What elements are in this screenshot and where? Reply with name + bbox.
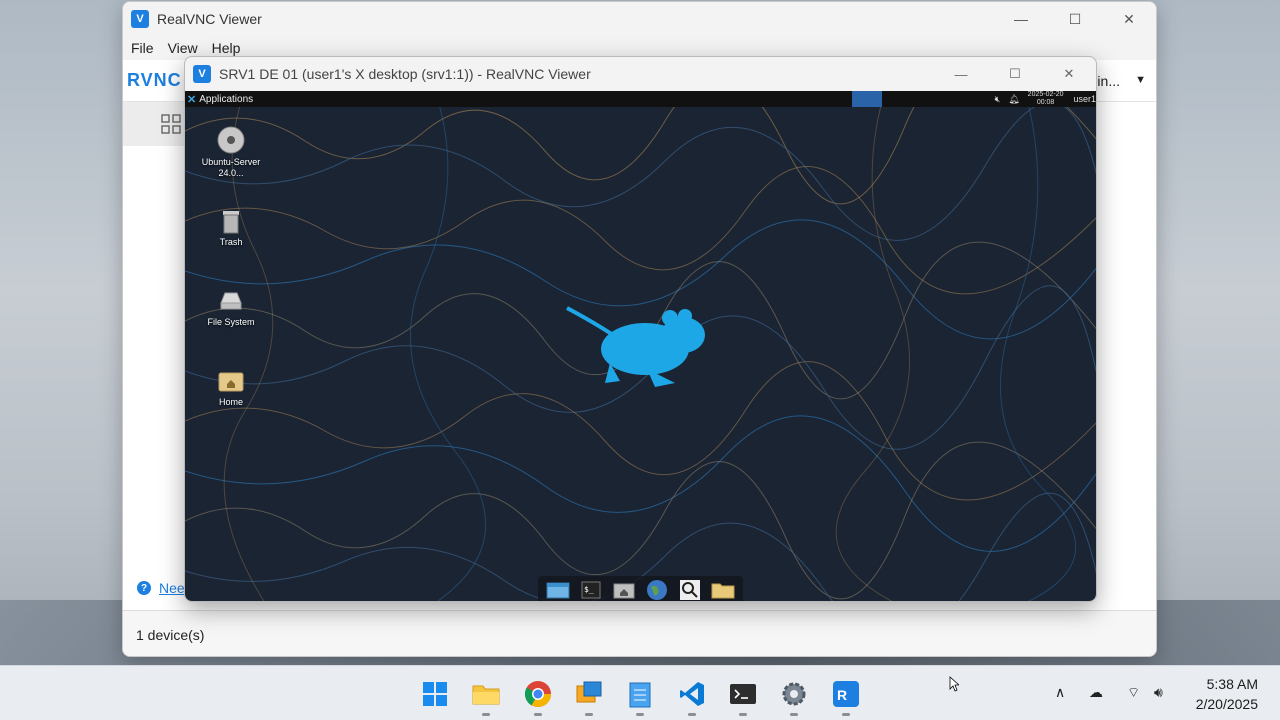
outer-titlebar[interactable]: V RealVNC Viewer — ☐ ✕ [123,2,1156,36]
home-folder-icon [218,372,244,392]
vscode-icon[interactable] [676,678,708,716]
applications-label: Applications [199,93,254,105]
mouse-cursor-icon [949,676,959,692]
trash-icon [223,211,239,234]
outer-window-title: RealVNC Viewer [157,11,262,27]
minimize-button[interactable]: — [994,2,1048,36]
contour-wallpaper [185,91,1096,601]
status-bar: 1 device(s) [123,610,1156,656]
notification-bell-icon[interactable]: 🔔︎ [1008,94,1019,105]
close-button[interactable]: ✕ [1102,2,1156,36]
panel-date: 2025-02-20 [1027,91,1064,98]
desktop-icon-label: Home [218,397,243,407]
realvnc-taskbar-icon[interactable]: R [830,678,862,716]
drive-icon [220,292,242,310]
xfce-mouse-logo [566,306,705,387]
settings-gear-icon[interactable] [778,678,810,716]
grid-view-icon[interactable] [161,114,181,134]
desktop-icon-home[interactable]: Home [196,365,266,408]
remote-desktop-icon[interactable] [573,678,605,716]
inner-titlebar[interactable]: V SRV1 DE 01 (user1's X desktop (srv1:1)… [185,57,1096,91]
chevron-down-icon[interactable]: ▼ [1135,74,1146,86]
notepad-icon[interactable] [624,678,656,716]
menu-view[interactable]: View [168,40,198,56]
file-manager-icon[interactable] [545,579,571,601]
desktop-icon-file-system[interactable]: File System [196,285,266,328]
maximize-button[interactable]: ☐ [988,57,1042,91]
vnc-session-window: V SRV1 DE 01 (user1's X desktop (srv1:1)… [184,56,1097,602]
folder-icon[interactable] [710,579,736,601]
realvnc-icon: V [193,65,211,83]
clock-time: 5:38 AM [1206,676,1258,692]
web-browser-icon[interactable] [644,579,670,601]
svg-text:R: R [837,687,847,703]
desktop-icon-ubuntu-server[interactable]: Ubuntu-Server 24.0... [196,125,266,179]
user-menu[interactable]: user1 [1073,94,1096,104]
inner-window-title: SRV1 DE 01 (user1's X desktop (srv1:1)) … [219,66,591,82]
volume-icon[interactable]: 🔊︎ [1154,684,1163,701]
disc-icon [217,126,245,154]
close-button[interactable]: ✕ [1042,57,1096,91]
desktop-icon-label: Ubuntu-Server 24.0... [201,157,261,178]
show-hidden-icons-chevron-icon[interactable]: ∧ [1055,684,1065,701]
windows-taskbar: R ∧ ☁︎ ⌔ 🔊︎ 5:38 AM 2/20/2025 [0,665,1280,720]
maximize-button[interactable]: ☐ [1048,2,1102,36]
search-icon[interactable] [677,579,703,601]
applications-menu[interactable]: ✕ Applications [187,93,253,106]
chrome-icon[interactable] [522,678,554,716]
xfce-dock: $_ [538,576,743,601]
menu-help[interactable]: Help [212,40,241,56]
menu-file[interactable]: File [131,40,154,56]
onedrive-offline-icon[interactable]: ☁︎ [1089,684,1103,701]
windows-start-icon[interactable] [419,678,451,710]
svg-text:$_: $_ [584,585,594,594]
workspace-switcher[interactable] [852,91,882,107]
system-clock[interactable]: 5:38 AM 2/20/2025 [1196,674,1258,714]
clock-date: 2/20/2025 [1195,696,1258,712]
file-explorer-icon[interactable] [470,678,502,716]
desktop-icon-label: Trash [219,237,243,247]
mute-icon[interactable]: 🔇︎ [995,94,1001,105]
realvnc-icon: V [131,10,149,28]
xfce-top-panel: ✕ Applications 🔇︎ 🔔︎ 2025-02-20 00:08 us… [185,91,1096,107]
panel-clock[interactable]: 2025-02-20 00:08 [1028,91,1064,107]
terminal-icon[interactable]: $_ [578,579,604,601]
help-row: ? Nee [137,580,185,596]
minimize-button[interactable]: — [934,57,988,91]
panel-time: 00:08 [1036,99,1055,106]
terminal-icon[interactable] [727,678,759,716]
help-link[interactable]: Nee [159,580,185,596]
desktop-icon-trash[interactable]: Trash [196,205,266,248]
desktop-icon-label: File System [207,317,255,327]
signin-label[interactable]: in... [1097,73,1120,89]
xfce-logo-icon: ✕ [187,93,197,106]
wifi-icon[interactable]: ⌔ [1127,684,1140,702]
help-icon: ? [137,581,151,595]
remote-desktop[interactable]: ✕ Applications 🔇︎ 🔔︎ 2025-02-20 00:08 us… [185,91,1096,601]
home-folder-icon[interactable] [611,579,637,601]
device-count: 1 device(s) [136,626,205,643]
